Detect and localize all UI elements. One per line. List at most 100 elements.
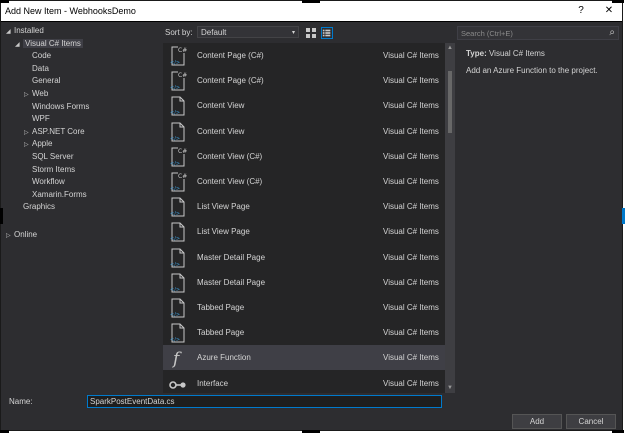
svg-text:</>: </> [170,337,180,343]
add-button[interactable]: Add [512,414,562,429]
tree-item[interactable]: Graphics [15,201,55,213]
expand-arrow-icon[interactable]: ◢ [15,39,23,51]
tree-item-label: WPF [32,114,50,124]
template-category: Visual C# Items [383,328,439,338]
template-name: List View Page [197,202,250,212]
template-name: Tabbed Page [197,328,245,338]
tree-item[interactable]: Storm Items [24,164,75,176]
sort-dropdown[interactable]: Default ▾ [197,26,299,38]
tree-item-label: Apple [32,139,53,149]
template-name: Interface [197,378,229,388]
tree-item[interactable]: ▷ Apple [24,138,52,150]
xaml-page-icon: </> [169,222,187,242]
tree-item[interactable]: SQL Server [24,151,74,163]
xaml-page-icon: </> [169,248,187,268]
template-category: Visual C# Items [383,151,439,161]
template-name: Master Detail Page [197,277,266,287]
xaml-page-icon: </> [169,197,187,217]
chevron-down-icon: ▾ [291,30,295,36]
item-description: Add an Azure Function to the project. [466,66,598,75]
resize-handle[interactable] [612,430,624,433]
svg-text:</>: </> [170,161,180,167]
tree-item[interactable]: ◢ Visual C# Items [15,38,83,50]
sort-label: Sort by: [165,28,193,37]
resize-handle[interactable] [0,430,9,433]
tree-item-label: ASP.NET Core [32,126,85,136]
resize-handle[interactable] [622,208,625,224]
scrollbar-thumb[interactable] [448,71,452,133]
svg-text:</>: </> [170,60,180,66]
details-pane: Type: Visual C# Items Add an Azure Funct… [466,49,616,75]
tree-item-label: Installed [14,26,44,35]
template-list-item[interactable]: </> Content View Visual C# Items [163,93,445,118]
cancel-button[interactable]: Cancel [566,414,616,429]
template-list-item[interactable]: </> C# Content View (C#) Visual C# Items [163,144,445,169]
resize-handle[interactable] [0,0,9,3]
template-list-item[interactable]: </> C# Content Page (C#) Visual C# Items [163,43,445,68]
tree-item[interactable]: ▷ Web [24,88,48,100]
tree-item-label: Code [32,51,52,61]
scroll-up-icon[interactable]: ▲ [447,45,453,51]
template-name: Tabbed Page [197,303,245,312]
tree-item[interactable]: ▷ Online [6,229,37,241]
template-category: Visual C# Items [383,101,439,111]
template-name: List View Page [197,227,250,237]
tree-item-label: Storm Items [32,164,76,174]
template-name: Content Page (C#) [197,76,264,86]
name-input[interactable] [87,395,442,408]
template-list-item[interactable]: </> Master Detail Page Visual C# Items [163,245,445,270]
csharp-page-icon: </> C# [169,46,187,66]
tree-item[interactable]: General [24,75,60,87]
tree-item-label: Windows Forms [32,101,90,111]
expand-arrow-icon[interactable]: ▷ [24,127,32,139]
template-list-item[interactable]: Interface Visual C# Items [163,371,445,393]
tree-item[interactable]: Data [24,63,49,75]
template-list-item[interactable]: f Azure Function Visual C# Items [163,345,445,371]
resize-handle[interactable] [0,208,3,224]
close-button[interactable]: ✕ [601,4,617,18]
interface-icon [169,374,187,393]
tree-item[interactable]: WPF [24,113,50,125]
tree-item[interactable]: Code [24,50,51,62]
template-list-item[interactable]: </> List View Page Visual C# Items [163,194,445,219]
template-list-item[interactable]: </> Tabbed Page Visual C# Items [163,320,445,345]
template-list-item[interactable]: </> Tabbed Page Visual C# Items [163,295,445,320]
template-list-item[interactable]: </> Master Detail Page Visual C# Items [163,270,445,295]
expand-arrow-icon[interactable]: ▷ [6,230,14,242]
template-category: Visual C# Items [383,126,439,136]
template-category: Visual C# Items [383,378,439,388]
svg-text:</>: </> [170,287,180,293]
template-list-item[interactable]: </> Content View Visual C# Items [163,119,445,144]
list-view-icon[interactable] [321,27,333,39]
template-category: Visual C# Items [383,76,439,86]
tree-item[interactable]: Workflow [24,176,65,188]
search-icon[interactable]: ⌕ [609,27,615,38]
xaml-page-icon: </> [169,323,187,343]
template-category: Visual C# Items [383,202,439,212]
scroll-down-icon[interactable]: ▼ [447,385,453,391]
tree-item[interactable]: Xamarin.Forms [24,189,87,201]
search-box[interactable]: Search (Ctrl+E) ⌕ [457,26,619,40]
template-name: Master Detail Page [197,252,266,262]
template-name: Content Page (C#) [197,51,264,60]
tree-item-label: Workflow [32,177,65,187]
xaml-page-icon: </> [169,96,187,116]
resize-handle[interactable] [612,0,624,3]
tree-item[interactable]: ◢ Installed [6,25,44,37]
template-list-item[interactable]: </> List View Page Visual C# Items [163,219,445,244]
resize-handle[interactable] [302,430,320,433]
expand-arrow-icon[interactable]: ◢ [6,26,14,38]
help-button[interactable]: ? [573,4,589,18]
expand-arrow-icon[interactable]: ▷ [24,139,32,151]
template-list-item[interactable]: </> C# Content Page (C#) Visual C# Items [163,68,445,93]
template-category: Visual C# Items [383,303,439,312]
template-list-scrollbar[interactable]: ▲ ▼ [445,43,455,393]
expand-arrow-icon[interactable]: ▷ [24,89,32,101]
grid-view-icon[interactable] [305,27,317,39]
resize-handle[interactable] [302,0,320,3]
category-tree: ◢ Installed ◢ Visual C# Items Code Data Genera… [4,25,154,385]
template-list-item[interactable]: </> C# Content View (C#) Visual C# Items [163,169,445,194]
tree-item[interactable]: Windows Forms [24,101,89,113]
tree-item[interactable]: ▷ ASP.NET Core [24,126,85,138]
xaml-page-icon: </> [169,273,187,293]
